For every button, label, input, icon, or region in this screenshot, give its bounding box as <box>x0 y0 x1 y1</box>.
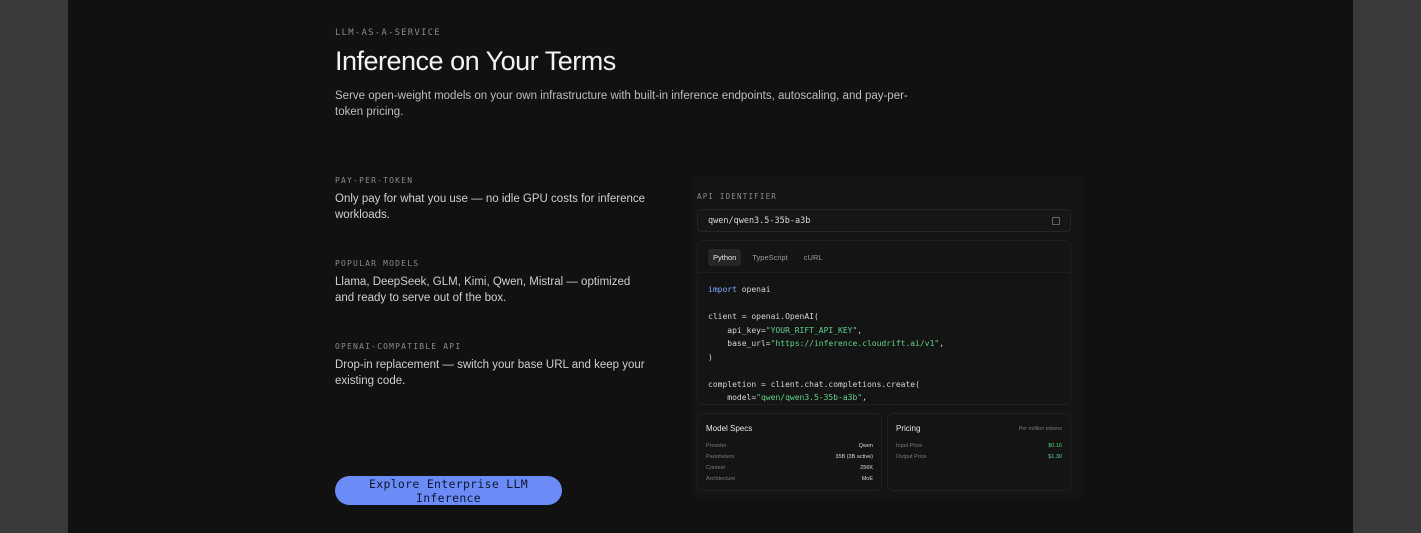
section-eyebrow: LLM-AS-A-SERVICE <box>335 28 441 38</box>
feature-label: PAY-PER-TOKEN <box>335 176 414 185</box>
spec-row: Architecture MoE <box>706 476 873 482</box>
spec-row: Context 256K <box>706 465 873 471</box>
model-specs-title: Model Specs <box>706 424 753 433</box>
code-block: import openai client = openai.OpenAI( ap… <box>708 285 945 402</box>
price-row: Input Price $0.16 <box>896 443 1062 449</box>
feature-description: Llama, DeepSeek, GLM, Kimi, Qwen, Mistra… <box>335 276 631 304</box>
pricing-card: Pricing Per million tokens Input Price $0… <box>887 413 1071 491</box>
spec-row: Provider Qwen <box>706 443 873 449</box>
language-tabs: Python TypeScript cURL <box>698 241 1070 273</box>
tab-curl[interactable]: cURL <box>799 249 828 266</box>
tab-typescript[interactable]: TypeScript <box>747 249 792 266</box>
feature-pay-per-token: PAY-PER-TOKEN Only pay for what you use … <box>335 176 645 223</box>
page-title: Inference on Your Terms <box>335 46 616 76</box>
api-identifier-field[interactable]: qwen/qwen3.5-35b-a3b <box>697 209 1071 232</box>
feature-label: OPENAI-COMPATIBLE API <box>335 342 462 351</box>
pricing-title: Pricing <box>896 424 921 433</box>
spec-row: Parameters 35B (3B active) <box>706 454 873 460</box>
feature-popular-models: POPULAR MODELS Llama, DeepSeek, GLM, Kim… <box>335 259 645 306</box>
feature-label: POPULAR MODELS <box>335 259 420 268</box>
price-row: Output Price $1.30 <box>896 454 1062 460</box>
api-identifier-label: API IDENTIFIER <box>697 192 778 201</box>
tab-python[interactable]: Python <box>708 249 742 266</box>
feature-description: Drop-in replacement — switch your base U… <box>335 359 645 387</box>
feature-description: Only pay for what you use — no idle GPU … <box>335 193 646 221</box>
explore-inference-button[interactable]: Explore Enterprise LLM Inference <box>335 476 562 505</box>
code-sample-card: Python TypeScript cURL import openai cli… <box>697 240 1071 405</box>
page-subtitle: Serve open-weight models on your own inf… <box>335 90 908 118</box>
feature-openai-compatible: OPENAI-COMPATIBLE API Drop-in replacemen… <box>335 342 645 389</box>
model-specs-card: Model Specs Provider Qwen Parameters 35B (… <box>697 413 882 491</box>
pricing-note: Per million tokens <box>1018 425 1062 432</box>
api-identifier-value: qwen/qwen3.5-35b-a3b <box>708 215 811 226</box>
copy-icon[interactable] <box>1052 216 1060 225</box>
